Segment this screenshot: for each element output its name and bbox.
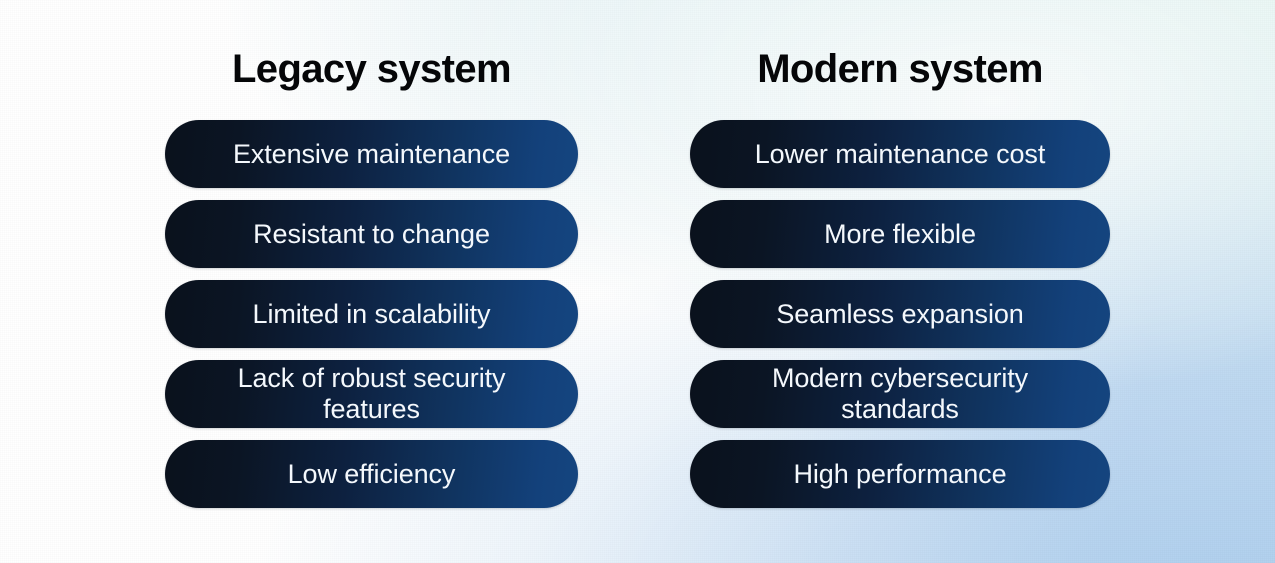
pill-list-modern: Lower maintenance cost More flexible Sea… — [690, 120, 1110, 508]
pill-label: Modern cybersecurity standards — [771, 363, 1029, 424]
pill-label: More flexible — [824, 218, 976, 249]
column-heading-modern: Modern system — [757, 47, 1043, 91]
pill-label: Lack of robust security features — [237, 363, 506, 424]
pill-legacy-4[interactable]: Lack of robust security features — [165, 360, 578, 428]
pill-modern-5[interactable]: High performance — [690, 440, 1110, 508]
comparison-graphic: Legacy system Extensive maintenance Resi… — [0, 0, 1275, 563]
pill-label: Low efficiency — [287, 458, 456, 489]
column-heading-legacy: Legacy system — [231, 47, 512, 91]
pill-label: Lower maintenance cost — [754, 138, 1046, 169]
comparison-columns: Legacy system Extensive maintenance Resi… — [0, 0, 1275, 563]
pill-label: Extensive maintenance — [232, 138, 511, 169]
pill-label: Seamless expansion — [776, 298, 1024, 329]
pill-legacy-2[interactable]: Resistant to change — [165, 200, 578, 268]
pill-modern-4[interactable]: Modern cybersecurity standards — [690, 360, 1110, 428]
pill-modern-3[interactable]: Seamless expansion — [690, 280, 1110, 348]
pill-label: Resistant to change — [253, 218, 490, 249]
pill-legacy-1[interactable]: Extensive maintenance — [165, 120, 578, 188]
pill-legacy-3[interactable]: Limited in scalability — [165, 280, 578, 348]
pill-label: High performance — [793, 458, 1007, 489]
pill-modern-2[interactable]: More flexible — [690, 200, 1110, 268]
pill-label: Limited in scalability — [252, 298, 491, 329]
pill-modern-1[interactable]: Lower maintenance cost — [690, 120, 1110, 188]
pill-legacy-5[interactable]: Low efficiency — [165, 440, 578, 508]
pill-list-legacy: Extensive maintenance Resistant to chang… — [165, 120, 578, 508]
